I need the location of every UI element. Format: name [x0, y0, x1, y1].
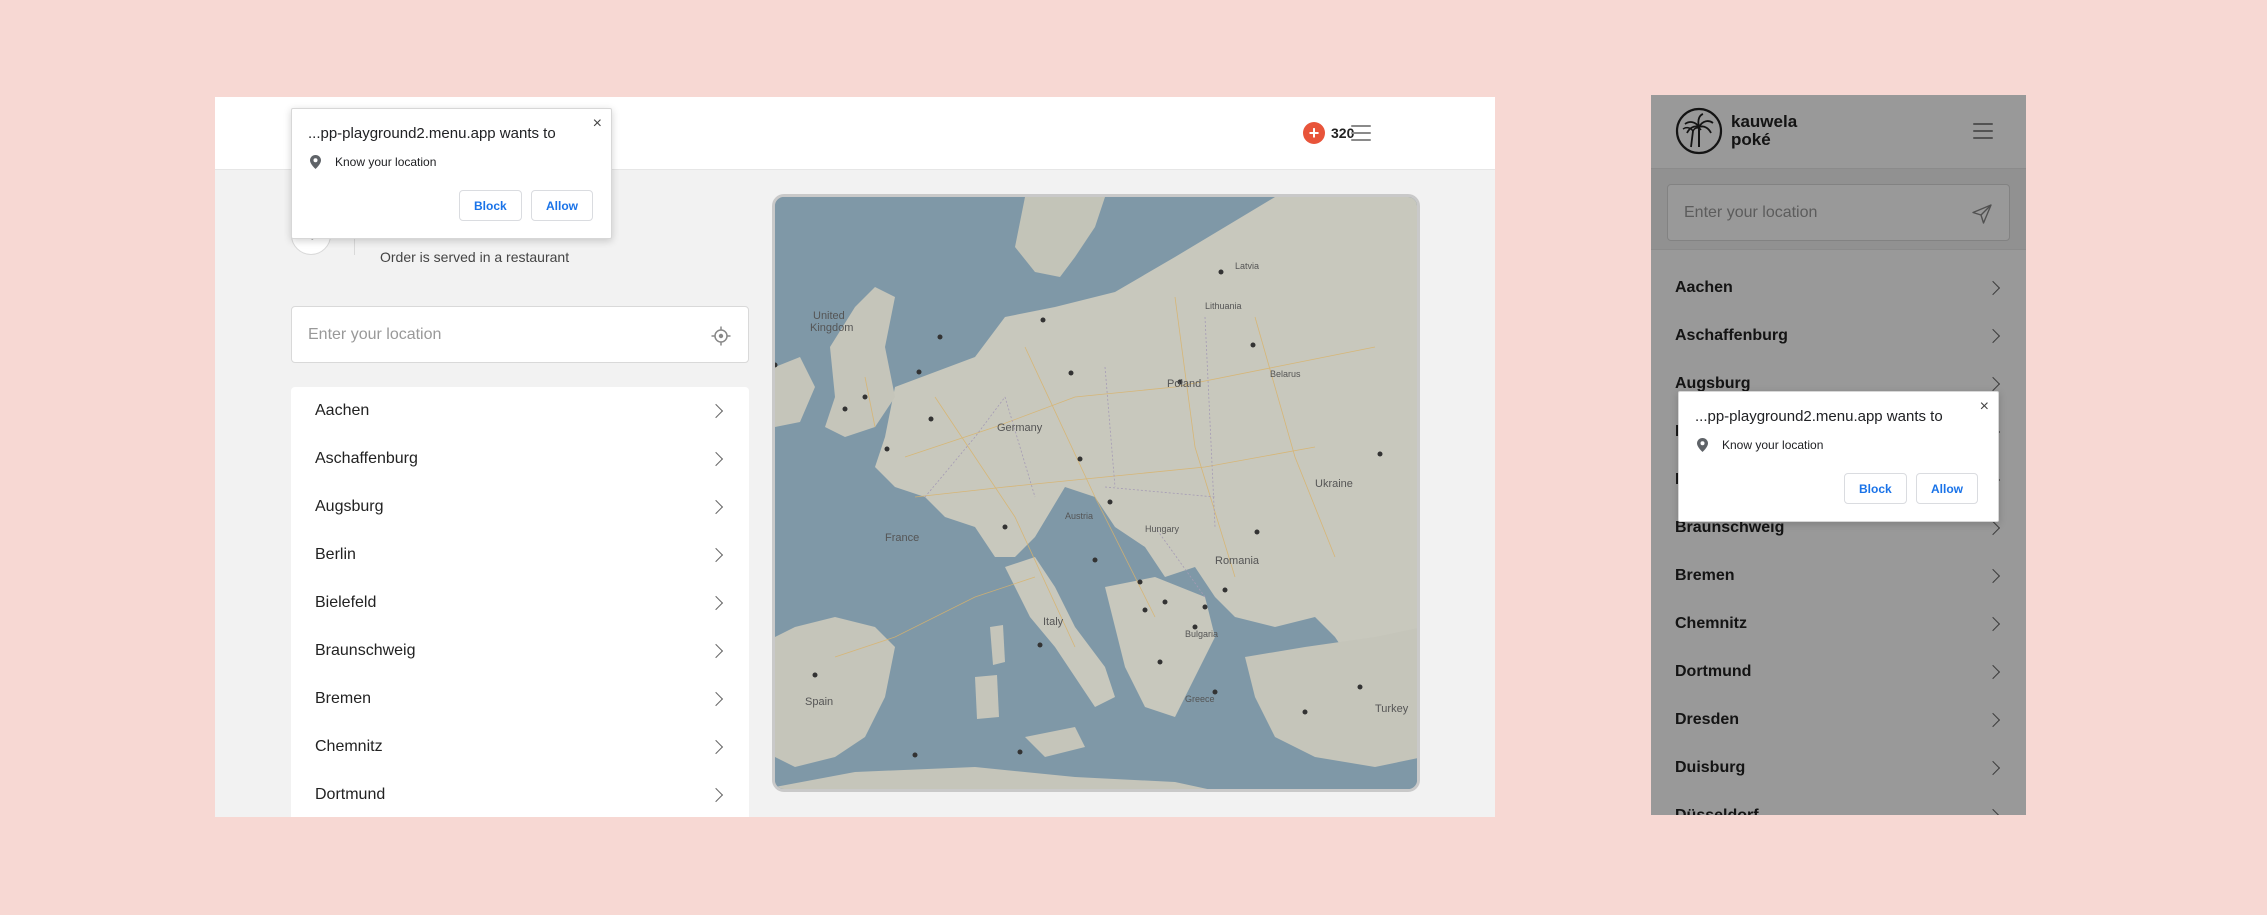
- map-label-austria: Austria: [1065, 511, 1093, 521]
- map-canvas[interactable]: United Kingdom France Germany Poland Ukra…: [775, 197, 1420, 792]
- map-label-bulgaria: Bulgaria: [1185, 629, 1218, 639]
- map-label-belarus: Belarus: [1270, 369, 1301, 379]
- city-row[interactable]: Dortmund: [291, 771, 749, 817]
- city-list: Aachen Aschaffenburg Augsburg Berlin Bielefe…: [291, 387, 749, 817]
- permission-title: ...pp-playground2.menu.app wants to: [1695, 408, 1943, 425]
- locate-me-icon[interactable]: [711, 326, 731, 346]
- city-name: Aschaffenburg: [315, 450, 418, 467]
- chevron-right-icon: [708, 403, 724, 419]
- location-permission-dialog: ...pp-playground2.menu.app wants to × Kn…: [1678, 391, 1999, 522]
- city-row[interactable]: Bielefeld: [291, 579, 749, 627]
- city-name: Aachen: [315, 402, 370, 419]
- chevron-right-icon: [708, 739, 724, 755]
- map-label-romania: Romania: [1215, 555, 1260, 567]
- hamburger-menu-icon[interactable]: [1351, 125, 1371, 141]
- city-row[interactable]: Aachen: [291, 387, 749, 435]
- permission-text: Know your location: [1722, 438, 1824, 452]
- chevron-right-icon: [708, 787, 724, 803]
- location-field[interactable]: [291, 306, 749, 363]
- city-name: Bielefeld: [315, 594, 377, 611]
- city-row[interactable]: Braunschweig: [291, 627, 749, 675]
- map-label-italy: Italy: [1043, 616, 1064, 628]
- map-label-spain: Spain: [805, 696, 833, 708]
- map-label-poland: Poland: [1167, 378, 1201, 390]
- city-name: Bremen: [315, 690, 372, 707]
- permission-row: Know your location: [310, 155, 436, 169]
- permission-row: Know your location: [1697, 438, 1823, 452]
- city-name: Dortmund: [315, 786, 386, 803]
- chevron-right-icon: [708, 691, 724, 707]
- close-icon[interactable]: ×: [593, 115, 602, 133]
- location-pin-icon: [1697, 438, 1708, 452]
- city-name: Chemnitz: [315, 738, 383, 755]
- city-row[interactable]: Aschaffenburg: [291, 435, 749, 483]
- plus-icon: +: [1303, 122, 1325, 144]
- map[interactable]: United Kingdom France Germany Poland Ukra…: [772, 194, 1420, 792]
- city-row[interactable]: Bremen: [291, 675, 749, 723]
- location-permission-dialog: ...pp-playground2.menu.app wants to × Kn…: [291, 108, 612, 239]
- close-icon[interactable]: ×: [1980, 398, 1989, 416]
- order-note: Order is served in a restaurant: [380, 249, 570, 265]
- map-label-ukraine: Ukraine: [1315, 478, 1353, 490]
- location-pin-icon: [310, 155, 321, 169]
- location-input[interactable]: [292, 307, 748, 362]
- allow-button[interactable]: Allow: [1916, 473, 1978, 504]
- city-name: Berlin: [315, 546, 356, 563]
- city-name: Braunschweig: [315, 642, 416, 659]
- block-button[interactable]: Block: [1844, 473, 1907, 504]
- permission-text: Know your location: [335, 155, 437, 169]
- chevron-right-icon: [708, 451, 724, 467]
- chevron-right-icon: [708, 595, 724, 611]
- chevron-right-icon: [708, 499, 724, 515]
- permission-title: ...pp-playground2.menu.app wants to: [308, 125, 556, 142]
- chevron-right-icon: [708, 643, 724, 659]
- map-label-turkey: Turkey: [1375, 703, 1409, 715]
- allow-button[interactable]: Allow: [531, 190, 593, 221]
- map-label-greece: Greece: [1185, 694, 1215, 704]
- city-name: Augsburg: [315, 498, 384, 515]
- map-label-lithuania: Lithuania: [1205, 301, 1242, 311]
- city-row[interactable]: Chemnitz: [291, 723, 749, 771]
- map-label-france: France: [885, 532, 919, 544]
- map-label-hungary: Hungary: [1145, 524, 1180, 534]
- map-label-germany: Germany: [997, 422, 1043, 434]
- chevron-right-icon: [708, 547, 724, 563]
- city-row[interactable]: Augsburg: [291, 483, 749, 531]
- points-badge[interactable]: + 320: [1303, 121, 1354, 145]
- map-label-latvia: Latvia: [1235, 261, 1259, 271]
- city-row[interactable]: Berlin: [291, 531, 749, 579]
- block-button[interactable]: Block: [459, 190, 522, 221]
